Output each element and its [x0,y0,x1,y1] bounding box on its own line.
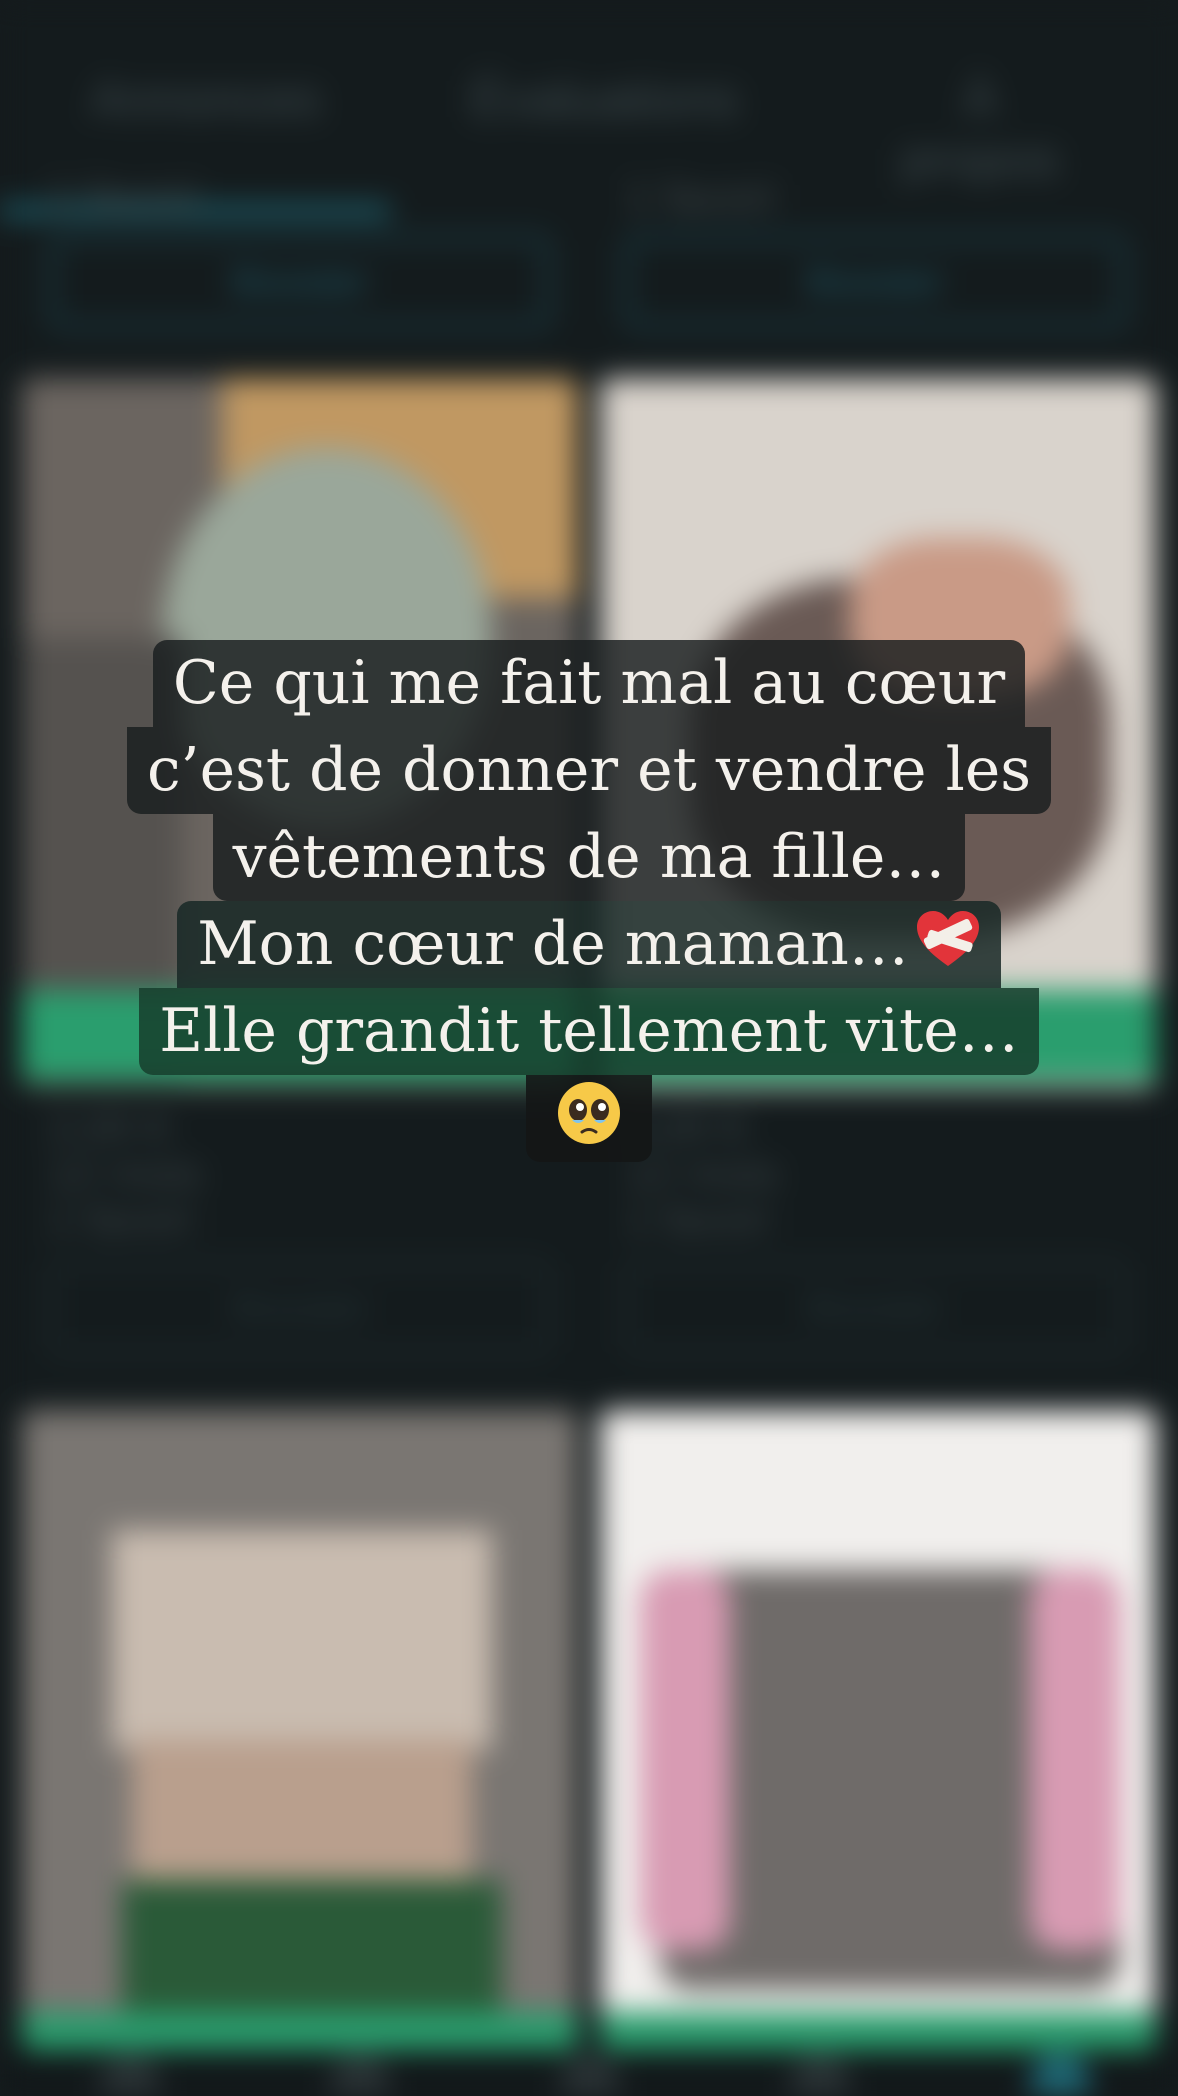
card-favorites-label: 1 favori [48,171,199,223]
story-line-text: Mon cœur de maman… [197,909,909,979]
search-icon[interactable] [330,2054,390,2094]
story-line: Mon cœur de maman… [177,901,1001,988]
story-line: c’est de donner et vendre les [126,727,1052,814]
tab-a-propos[interactable]: À propos [880,70,1080,190]
sell-icon[interactable] [560,2054,620,2094]
tab-bar: Annonces Évaluations À propos [0,50,1178,217]
mending-heart-icon [915,907,981,967]
story-line: Elle grandit tellement vite… [139,988,1039,1075]
boost-button[interactable]: Booster [50,1262,550,1354]
bottom-navigation [0,2050,1178,2096]
tab-evaluations[interactable]: Évaluations [470,70,739,130]
story-text-overlay: Ce qui me fait mal au cœur c’est de donn… [0,640,1178,1162]
item-photo[interactable] [600,1410,1156,2050]
profile-icon[interactable] [1030,2054,1090,2094]
pleading-face-icon [556,1080,622,1146]
story-emoji-line [526,1075,652,1162]
home-icon[interactable] [100,2054,160,2094]
boost-button[interactable]: Booster [625,236,1125,328]
inbox-icon[interactable] [790,2054,850,2094]
item-favorites: 1 favori [48,1195,193,1244]
tab-annonces[interactable]: Annonces [90,70,321,130]
story-line: vêtements de ma fille… [212,814,966,901]
card-favorites-label: 1 favori [625,171,776,223]
item-favorites: 1 favori [625,1195,770,1244]
story-line: Ce qui me fait mal au cœur [152,640,1026,727]
boost-button[interactable]: Booster [625,1262,1125,1354]
boost-button[interactable]: Booster [50,236,550,328]
item-photo[interactable] [22,1410,578,2050]
